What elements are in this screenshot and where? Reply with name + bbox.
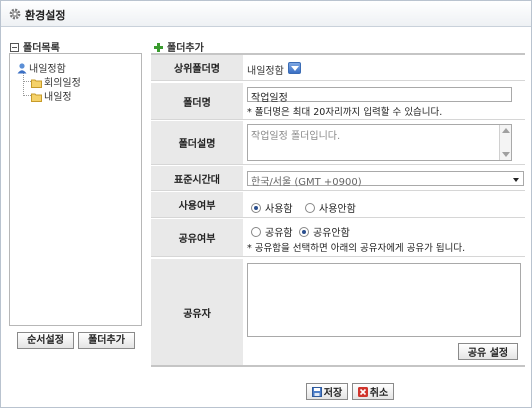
share-label: 공유여부	[151, 219, 243, 256]
row-sharer: 공유자 공유 설정	[151, 259, 525, 367]
radio-unchecked-icon	[251, 226, 261, 237]
folder-desc-textarea[interactable]: 작업일정 폴더입니다.	[247, 124, 512, 161]
save-button[interactable]: 저장	[306, 383, 348, 400]
row-folder-desc: 폴더설명 작업일정 폴더입니다.	[151, 121, 525, 165]
parent-folder-dropdown-icon[interactable]	[288, 62, 301, 74]
sharer-list-box[interactable]	[247, 263, 521, 337]
tree-connector	[23, 95, 31, 96]
title-bar: 환경설정	[1, 1, 531, 27]
folder-icon	[31, 79, 42, 88]
use-no-label: 사용안함	[319, 204, 356, 215]
share-note: * 공유함을 선택하면 아래의 공유자에게 공유가 됩니다.	[247, 243, 466, 254]
row-timezone: 표준시간대 한국/서울 (GMT +0900)	[151, 166, 525, 191]
use-no-radio[interactable]: 사용안함	[305, 200, 356, 215]
tree-item-meeting[interactable]: 회의일정	[31, 74, 81, 89]
folder-desc-label: 폴더설명	[151, 121, 243, 164]
share-yes-label: 공유함	[265, 228, 293, 239]
tree-root-item[interactable]: 내일정함	[17, 60, 66, 75]
share-no-radio[interactable]: 공유안함	[299, 224, 350, 239]
row-share: 공유여부 공유함 공유안함 * 공유함을 선택하면 아래의 공유자에게 공유가 …	[151, 219, 525, 257]
save-label: 저장	[323, 388, 343, 399]
row-use: 사용여부 사용함 사용안함	[151, 192, 525, 218]
timezone-label: 표준시간대	[151, 166, 243, 190]
folder-list-title: 폴더목록	[10, 39, 60, 54]
folder-tree: 내일정함 회의일정 내일정	[9, 53, 142, 326]
scroll-up-arrow-icon[interactable]	[502, 128, 510, 133]
radio-checked-icon	[299, 226, 309, 237]
share-settings-button[interactable]: 공유 설정	[458, 343, 518, 360]
window-title: 환경설정	[25, 9, 66, 22]
folder-name-note: * 폴더명은 최대 20자리까지 입력할 수 있습니다.	[247, 107, 443, 118]
folder-name-input[interactable]: 작업일정	[247, 87, 512, 104]
close-icon	[357, 386, 368, 397]
tree-item-my-schedule[interactable]: 내일정	[31, 88, 72, 103]
cancel-label: 취소	[369, 388, 389, 399]
section-title: 폴더추가	[154, 39, 204, 54]
cancel-button[interactable]: 취소	[352, 383, 394, 400]
folder-name-label: 폴더명	[151, 83, 243, 119]
save-icon	[311, 386, 322, 397]
use-label: 사용여부	[151, 192, 243, 217]
parent-folder-value: 내일정함	[247, 66, 284, 77]
row-parent-folder: 상위폴더명 내일정함	[151, 53, 525, 81]
radio-unchecked-icon	[305, 202, 315, 213]
plus-icon	[154, 43, 163, 52]
row-folder-name: 폴더명 작업일정 * 폴더명은 최대 20자리까지 입력할 수 있습니다.	[151, 83, 525, 120]
share-yes-radio[interactable]: 공유함	[251, 224, 293, 239]
radio-checked-icon	[251, 202, 261, 213]
share-no-label: 공유안함	[313, 228, 350, 239]
sharer-label: 공유자	[151, 259, 243, 365]
folder-icon	[31, 93, 42, 102]
minus-box-icon	[10, 43, 19, 52]
tree-connector	[23, 81, 31, 82]
use-yes-label: 사용함	[265, 204, 293, 215]
textarea-scrollbar[interactable]	[499, 125, 511, 160]
user-icon	[17, 63, 27, 74]
order-settings-button[interactable]: 순서설정	[17, 332, 74, 349]
add-folder-button[interactable]: 폴더추가	[78, 332, 135, 349]
settings-window: 환경설정 폴더목록 내일정함 회의일정 내일정 순서설정 폴더추가 폴더추가 상…	[0, 0, 532, 408]
tree-item-label: 내일정	[44, 92, 72, 103]
folder-desc-text: 작업일정 폴더입니다.	[251, 131, 341, 142]
parent-folder-label: 상위폴더명	[151, 55, 243, 80]
timezone-select[interactable]: 한국/서울 (GMT +0900)	[247, 171, 524, 188]
scroll-down-arrow-icon[interactable]	[502, 152, 510, 157]
gear-icon	[9, 8, 21, 20]
tree-connector	[23, 72, 24, 96]
use-yes-radio[interactable]: 사용함	[251, 200, 293, 215]
timezone-value: 한국/서울 (GMT +0900)	[251, 177, 362, 188]
chevron-down-icon	[513, 178, 519, 182]
